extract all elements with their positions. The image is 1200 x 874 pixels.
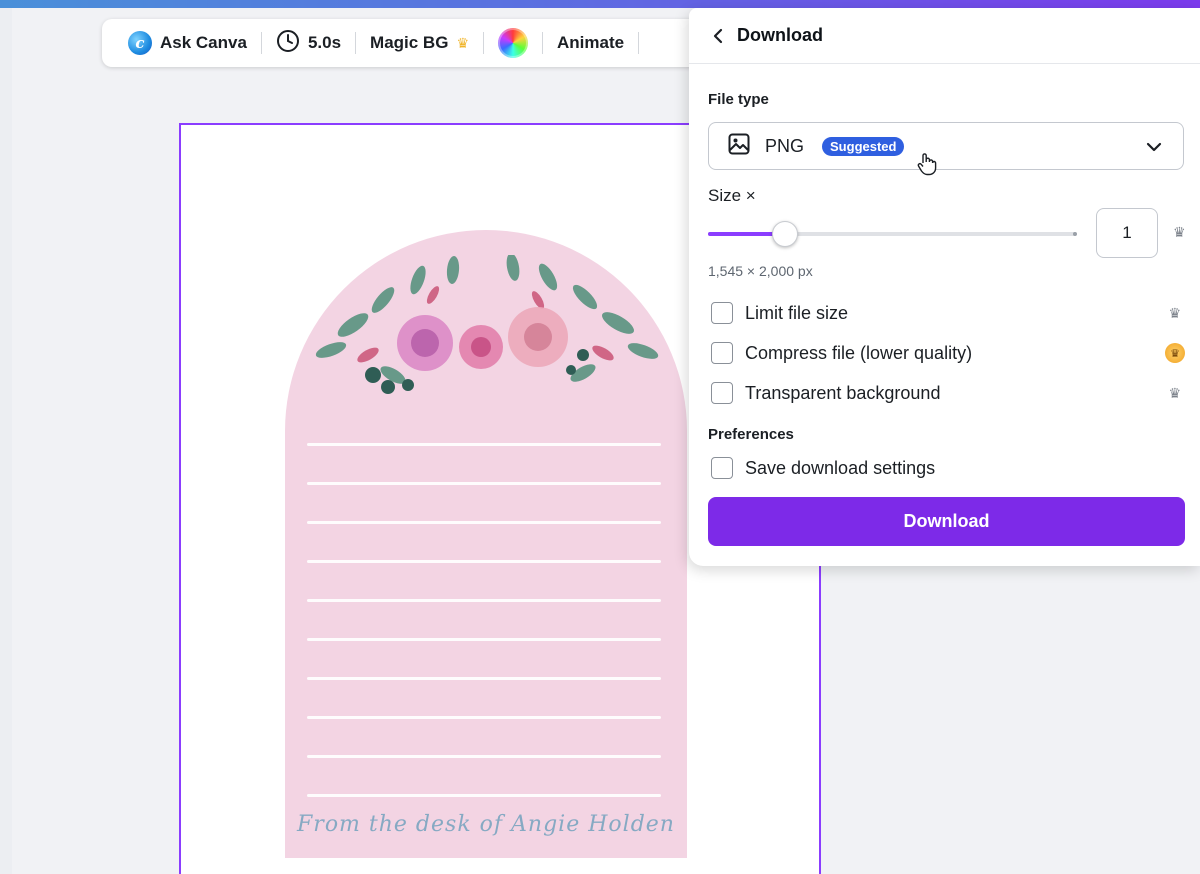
transparent-background-label: Transparent background — [745, 382, 941, 403]
toolbar-divider — [638, 32, 640, 54]
arch-background[interactable]: From the desk of Angie Holden — [285, 230, 687, 858]
size-label: Size × — [708, 186, 756, 205]
file-type-label: File type — [708, 91, 769, 108]
chevron-left-icon[interactable] — [711, 28, 725, 44]
compress-file-label: Compress file (lower quality) — [745, 342, 973, 363]
animate-button[interactable]: Animate — [543, 19, 638, 67]
duration-button[interactable]: 5.0s — [262, 19, 355, 67]
writing-line — [307, 599, 661, 602]
file-type-select[interactable]: PNG Suggested — [708, 122, 1184, 170]
dimensions-text: 1,545 × 2,000 px — [708, 263, 813, 279]
chevron-down-icon — [1145, 138, 1163, 161]
panel-title: Download — [737, 25, 823, 45]
writing-line — [307, 677, 661, 680]
top-gradient-bar — [0, 0, 1200, 8]
limit-file-size-option[interactable]: Limit file size ♛ — [711, 299, 1185, 327]
writing-line — [307, 560, 661, 563]
panel-header: Download — [689, 8, 1200, 64]
image-icon — [727, 132, 751, 161]
transparent-background-option[interactable]: Transparent background ♛ — [711, 379, 1185, 407]
hand-cursor-icon — [917, 152, 937, 181]
writing-line — [307, 638, 661, 641]
writing-line — [307, 482, 661, 485]
download-button[interactable]: Download — [708, 497, 1185, 546]
suggested-badge: Suggested — [822, 136, 905, 156]
color-button[interactable] — [484, 19, 542, 67]
file-type-value: PNG — [765, 135, 805, 156]
save-download-settings-option[interactable]: Save download settings — [711, 454, 1185, 482]
crown-icon: ♛ — [456, 34, 469, 51]
save-download-settings-checkbox[interactable] — [711, 457, 733, 479]
size-slider-end — [1073, 232, 1077, 236]
left-edge-panel — [0, 8, 12, 874]
compress-file-checkbox[interactable] — [711, 342, 733, 364]
writing-line — [307, 443, 661, 446]
ask-canva-button[interactable]: c Ask Canva — [114, 19, 261, 67]
crown-icon: ♛ — [1168, 385, 1181, 401]
duration-label: 5.0s — [307, 33, 342, 52]
crown-icon: ♛ — [1168, 305, 1181, 321]
clock-icon — [276, 29, 300, 58]
save-download-settings-label: Save download settings — [745, 457, 936, 478]
writing-line — [307, 521, 661, 524]
crown-icon: ♛ — [1173, 224, 1186, 240]
size-slider-thumb[interactable] — [772, 221, 799, 247]
magic-bg-button[interactable]: Magic BG ♛ — [356, 19, 483, 67]
limit-file-size-checkbox[interactable] — [711, 302, 733, 324]
size-input[interactable] — [1096, 208, 1158, 258]
animate-label: Animate — [557, 33, 625, 52]
download-panel: Download File type PNG Suggested Size × … — [689, 8, 1200, 566]
color-wheel-icon — [498, 28, 528, 58]
crown-gold-icon: ♛ — [1165, 343, 1185, 363]
transparent-background-checkbox[interactable] — [711, 382, 733, 404]
limit-file-size-label: Limit file size — [745, 302, 849, 323]
magic-bg-label: Magic BG — [370, 33, 449, 52]
signature-text[interactable]: From the desk of Angie Holden — [285, 812, 687, 837]
writing-line — [307, 794, 661, 797]
size-slider[interactable] — [708, 221, 1077, 247]
ask-canva-label: Ask Canva — [160, 33, 247, 52]
writing-line — [307, 755, 661, 758]
preferences-label: Preferences — [708, 426, 794, 443]
compress-file-option[interactable]: Compress file (lower quality) ♛ — [711, 339, 1185, 367]
floral-wreath-image — [315, 255, 659, 394]
writing-line — [307, 716, 661, 719]
canva-logo-icon: c — [128, 31, 152, 55]
